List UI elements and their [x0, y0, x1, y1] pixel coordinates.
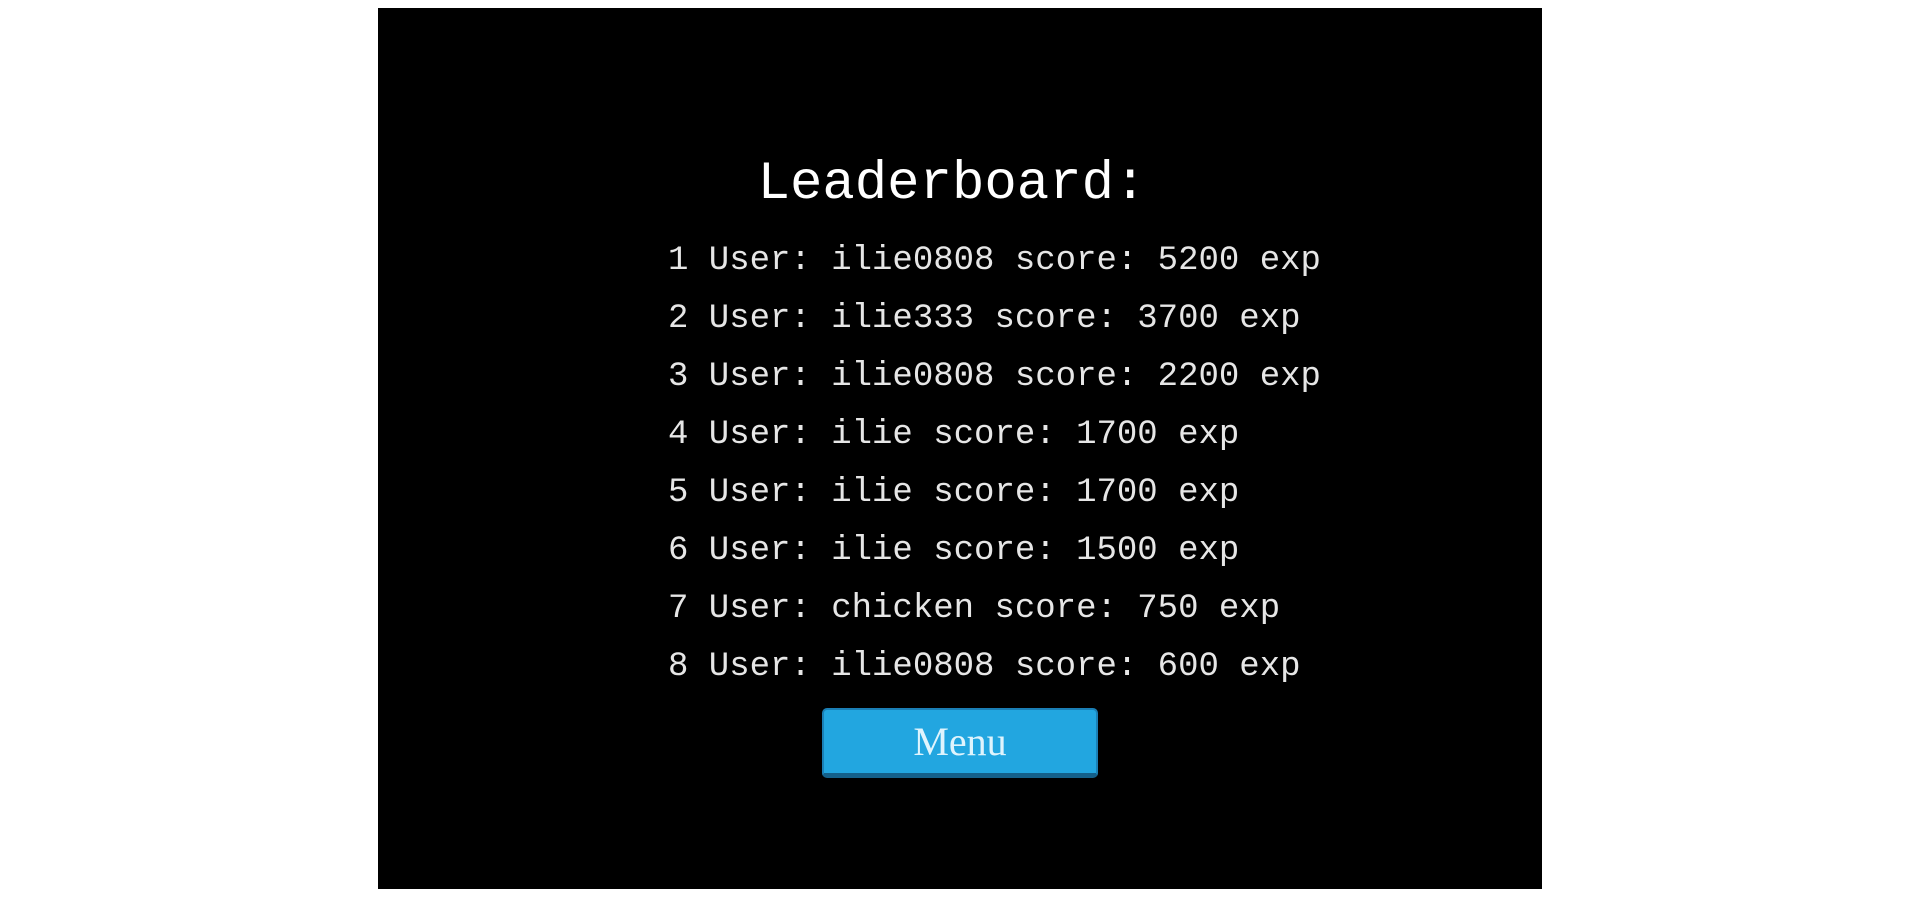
leaderboard-entry-8: 8 User: ilie0808 score: 600 exp — [668, 648, 1301, 686]
leaderboard-entry-5: 5 User: ilie score: 1700 exp — [668, 474, 1240, 512]
leaderboard-entry-7: 7 User: chicken score: 750 exp — [668, 590, 1281, 628]
leaderboard-entry-2: 2 User: ilie333 score: 3700 exp — [668, 300, 1301, 338]
leaderboard-title: Leaderboard: — [757, 154, 1147, 215]
leaderboard-entry-6: 6 User: ilie score: 1500 exp — [668, 532, 1240, 570]
leaderboard-entry-4: 4 User: ilie score: 1700 exp — [668, 416, 1240, 454]
leaderboard-entry-1: 1 User: ilie0808 score: 5200 exp — [668, 242, 1321, 280]
game-canvas: Leaderboard: 1 User: ilie0808 score: 520… — [378, 8, 1542, 889]
leaderboard-list: 1 User: ilie0808 score: 5200 exp 2 User:… — [668, 232, 1321, 696]
leaderboard-entry-3: 3 User: ilie0808 score: 2200 exp — [668, 358, 1321, 396]
menu-button[interactable]: Menu — [822, 708, 1098, 778]
